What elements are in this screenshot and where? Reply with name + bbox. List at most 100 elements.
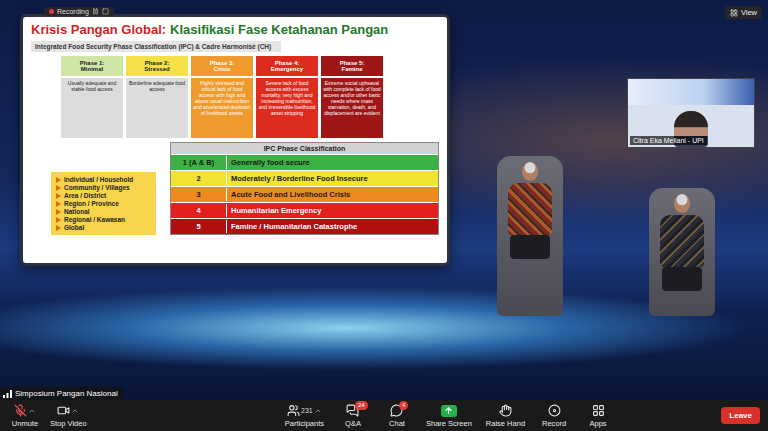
ipc-row: 3Acute Food and Livelihood Crisis xyxy=(171,186,438,202)
ipc-label: Moderately / Borderline Food Insecure xyxy=(226,172,438,185)
guest-chair xyxy=(649,188,715,316)
badge: 4 xyxy=(399,401,408,410)
speaker-name: Citra Eka Meliani - UPI xyxy=(630,136,707,145)
ipc-phase: 1 (A & B) xyxy=(171,156,226,169)
qa-button[interactable]: 24 Q&A xyxy=(338,403,368,428)
level-item: Regional / Kawasan xyxy=(56,216,151,223)
ipc-label: Generally food secure xyxy=(226,156,438,169)
bullet-arrow-icon xyxy=(56,193,61,199)
phase-grid: Phase 1:MinimalUsually adequate and stab… xyxy=(61,56,439,138)
phase-description: Usually adequate and stable food access xyxy=(61,78,123,138)
presentation-slide: Krisis Pangan Global:Klasifikasi Fase Ke… xyxy=(20,14,450,266)
button-label: Unmute xyxy=(12,419,38,428)
stop-icon[interactable] xyxy=(102,8,109,15)
bullet-arrow-icon xyxy=(56,209,61,215)
speaker-video[interactable]: Citra Eka Meliani - UPI xyxy=(627,78,755,148)
zoom-window: Krisis Pangan Global:Klasifikasi Fase Ke… xyxy=(0,0,768,431)
ipc-label: Humanitarian Emergency xyxy=(226,204,438,217)
phase-column: Phase 1:MinimalUsually adequate and stab… xyxy=(61,56,123,138)
video-icon xyxy=(57,404,70,417)
phase-description: Highly stressed and critical lack of foo… xyxy=(191,78,253,138)
video-button[interactable]: Stop Video xyxy=(50,403,87,428)
pause-icon[interactable] xyxy=(92,8,99,15)
button-label: Apps xyxy=(590,419,607,428)
badge: 24 xyxy=(355,401,368,410)
leave-button[interactable]: Leave xyxy=(721,407,760,424)
chat-button[interactable]: 4 Chat xyxy=(382,403,412,428)
video-banner xyxy=(628,79,754,105)
level-item: Global xyxy=(56,224,151,231)
caret-icon[interactable] xyxy=(71,407,79,415)
bullet-arrow-icon xyxy=(56,217,61,223)
signal-icon xyxy=(3,390,12,398)
share-screen-icon xyxy=(441,405,457,417)
bullet-arrow-icon xyxy=(56,185,61,191)
slide-lower-row: Individual / HouseholdCommunity / Villag… xyxy=(51,142,439,235)
phase-header: Phase 2:Stressed xyxy=(126,56,188,76)
apps-button[interactable]: Apps xyxy=(583,403,613,428)
phase-description: Borderline adequate food access xyxy=(126,78,188,138)
raise-hand-icon xyxy=(499,404,512,417)
grid-icon xyxy=(730,9,738,17)
guest-head xyxy=(674,194,690,213)
ipc-phase: 2 xyxy=(171,172,226,185)
phase-header: Phase 5:Famine xyxy=(321,56,383,76)
participants-button[interactable]: 231Participants xyxy=(285,403,324,428)
ipc-label: Famine / Humanitarian Catastrophe xyxy=(226,220,438,233)
button-label: Stop Video xyxy=(50,419,87,428)
caret-icon[interactable] xyxy=(314,407,322,415)
guest-legs xyxy=(662,267,702,291)
view-button[interactable]: View xyxy=(725,6,762,19)
phase-column: Phase 5:FamineExtreme social upheaval wi… xyxy=(321,56,383,138)
ipc-row: 5Famine / Humanitarian Catastrophe xyxy=(171,218,438,234)
level-item: Area / District xyxy=(56,192,151,199)
recording-indicator[interactable]: Recording xyxy=(44,7,114,16)
ipc-phase: 4 xyxy=(171,204,226,217)
button-label: Raise Hand xyxy=(486,419,525,428)
button-label: Chat xyxy=(389,419,405,428)
phase-column: Phase 2:StressedBorderline adequate food… xyxy=(126,56,188,138)
phase-description: Extreme social upheaval with complete la… xyxy=(321,78,383,138)
phase-header: Phase 3:Crisis xyxy=(191,56,253,76)
ipc-phase: 5 xyxy=(171,220,226,233)
bullet-arrow-icon xyxy=(56,225,61,231)
guest-shirt xyxy=(660,215,704,267)
record-button[interactable]: Record xyxy=(539,403,569,428)
ipc-label: Acute Food and Livelihood Crisis xyxy=(226,188,438,201)
host-head xyxy=(522,162,538,181)
button-label: Participants xyxy=(285,419,324,428)
button-label: Share Screen xyxy=(426,419,472,428)
ipc-table-header: IPC Phase Classification xyxy=(171,143,438,154)
button-label: Record xyxy=(542,419,566,428)
phase-header: Phase 4:Emergency xyxy=(256,56,318,76)
recording-dot-icon xyxy=(49,9,54,14)
bullet-arrow-icon xyxy=(56,201,61,207)
ipc-row: 2Moderately / Borderline Food Insecure xyxy=(171,170,438,186)
button-label: Q&A xyxy=(345,419,361,428)
level-item: Region / Province xyxy=(56,200,151,207)
level-item: National xyxy=(56,208,151,215)
phase-column: Phase 3:CrisisHighly stressed and critic… xyxy=(191,56,253,138)
phase-description: Severe lack of food access with excess m… xyxy=(256,78,318,138)
ipc-table: IPC Phase Classification 1 (A & B)General… xyxy=(170,142,439,235)
mic-off-icon xyxy=(14,404,27,417)
level-list: Individual / HouseholdCommunity / Villag… xyxy=(51,172,156,235)
mic-button[interactable]: Unmute xyxy=(10,403,40,428)
ipc-phase: 3 xyxy=(171,188,226,201)
meeting-toolbar: Unmute Stop Video 231Participants 24 Q&A 4 Cha… xyxy=(0,400,768,431)
phase-column: Phase 4:EmergencySevere lack of food acc… xyxy=(256,56,318,138)
caret-icon[interactable] xyxy=(28,407,36,415)
slide-subheader: Integrated Food Security Phase Classific… xyxy=(31,41,281,52)
studio-people xyxy=(497,156,715,316)
level-item: Individual / Household xyxy=(56,176,151,183)
level-item: Community / Villages xyxy=(56,184,151,191)
share-button[interactable]: Share Screen xyxy=(426,403,472,428)
hand-button[interactable]: Raise Hand xyxy=(486,403,525,428)
slide-title: Krisis Pangan Global:Klasifikasi Fase Ke… xyxy=(31,22,439,37)
phase-header: Phase 1:Minimal xyxy=(61,56,123,76)
toolbar-left: Unmute Stop Video xyxy=(10,403,87,428)
bullet-arrow-icon xyxy=(56,177,61,183)
participants-icon xyxy=(287,404,300,417)
meeting-name: Simposium Pangan Nasional xyxy=(0,387,123,400)
toolbar-center: 231Participants 24 Q&A 4 Chat Share Screen Rai… xyxy=(87,403,722,428)
